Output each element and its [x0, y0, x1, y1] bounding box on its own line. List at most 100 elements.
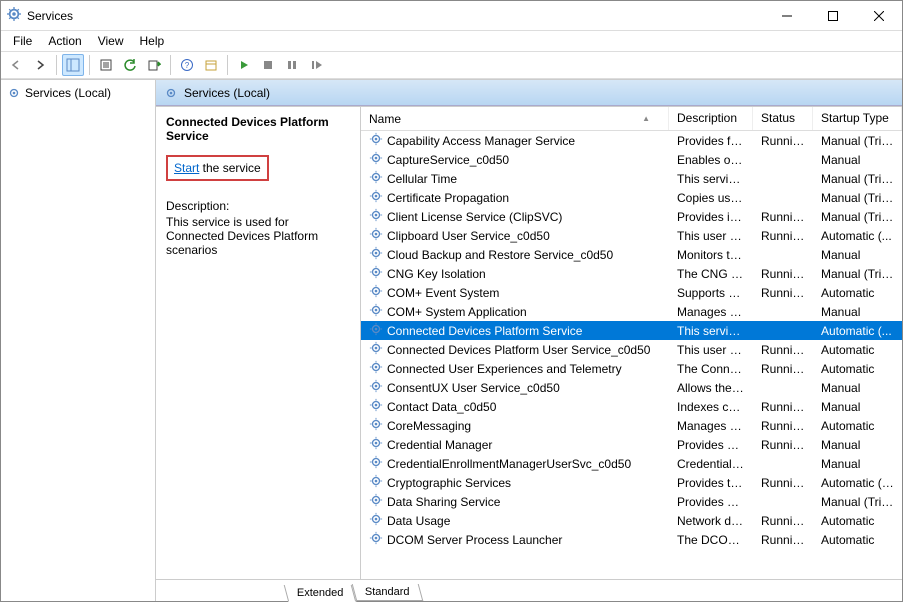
service-row[interactable]: Cryptographic ServicesProvides thr...Run… [361, 473, 902, 492]
tree-pane[interactable]: Services (Local) [1, 80, 156, 601]
start-service-button[interactable] [233, 54, 255, 76]
detail-pane: Connected Devices Platform Service Start… [156, 107, 361, 579]
tree-node-services-local[interactable]: Services (Local) [1, 84, 155, 102]
refresh-button[interactable] [119, 54, 141, 76]
menu-action[interactable]: Action [42, 32, 87, 50]
service-row[interactable]: COM+ Event SystemSupports Sy...RunningAu… [361, 283, 902, 302]
close-button[interactable] [856, 1, 902, 31]
service-row[interactable]: Cellular TimeThis service ...Manual (Tri… [361, 169, 902, 188]
service-row[interactable]: Data UsageNetwork da...RunningAutomatic [361, 511, 902, 530]
maximize-button[interactable] [810, 1, 856, 31]
gear-icon [369, 341, 383, 358]
service-row[interactable]: Credential ManagerProvides se...RunningM… [361, 435, 902, 454]
content-body: Connected Devices Platform Service Start… [156, 106, 902, 579]
show-tree-button[interactable] [62, 54, 84, 76]
forward-button[interactable] [29, 54, 51, 76]
service-row[interactable]: CNG Key IsolationThe CNG ke...RunningMan… [361, 264, 902, 283]
stop-service-button[interactable] [257, 54, 279, 76]
start-service-suffix: the service [199, 161, 260, 175]
service-desc-cell: This user ser... [669, 229, 753, 243]
selected-service-title: Connected Devices Platform Service [166, 115, 350, 143]
gear-icon [369, 455, 383, 472]
gear-icon [369, 417, 383, 434]
start-service-link[interactable]: Start [174, 161, 199, 175]
col-header-description[interactable]: Description [669, 107, 753, 130]
service-desc-cell: Monitors th... [669, 248, 753, 262]
service-name-cell: Credential Manager [361, 436, 669, 453]
service-row[interactable]: Capability Access Manager ServiceProvide… [361, 131, 902, 150]
menubar: File Action View Help [1, 31, 902, 51]
service-row[interactable]: Clipboard User Service_c0d50This user se… [361, 226, 902, 245]
service-row[interactable]: Client License Service (ClipSVC)Provides… [361, 207, 902, 226]
menu-view[interactable]: View [92, 32, 130, 50]
service-row[interactable]: Certificate PropagationCopies user ...Ma… [361, 188, 902, 207]
service-row[interactable]: Connected User Experiences and Telemetry… [361, 359, 902, 378]
start-service-highlight: Start the service [166, 155, 269, 181]
service-row[interactable]: COM+ System ApplicationManages th...Manu… [361, 302, 902, 321]
gear-icon [369, 284, 383, 301]
service-name-cell: COM+ System Application [361, 303, 669, 320]
service-row[interactable]: CredentialEnrollmentManagerUserSvc_c0d50… [361, 454, 902, 473]
service-desc-cell: Network da... [669, 514, 753, 528]
description-label: Description: [166, 199, 350, 213]
titlebar[interactable]: Services [1, 1, 902, 31]
view-tabs: Extended Standard [156, 579, 902, 601]
service-startup-cell: Manual (Trig... [813, 495, 902, 509]
service-row[interactable]: Contact Data_c0d50Indexes con...RunningM… [361, 397, 902, 416]
sort-asc-icon: ▲ [642, 114, 650, 123]
tab-extended[interactable]: Extended [284, 585, 357, 602]
pause-service-button[interactable] [281, 54, 303, 76]
gear-icon [369, 170, 383, 187]
app-icon [7, 7, 21, 24]
service-name-cell: COM+ Event System [361, 284, 669, 301]
service-name-cell: Capability Access Manager Service [361, 132, 669, 149]
gear-icon [369, 132, 383, 149]
back-button[interactable] [5, 54, 27, 76]
service-row[interactable]: Connected Devices Platform ServiceThis s… [361, 321, 902, 340]
service-startup-cell: Automatic (... [813, 229, 902, 243]
calendar-button[interactable] [200, 54, 222, 76]
gear-icon [369, 436, 383, 453]
main-body: Services (Local) Services (Local) Connec… [1, 79, 902, 601]
service-startup-cell: Manual [813, 381, 902, 395]
menu-help[interactable]: Help [134, 32, 171, 50]
service-desc-cell: The DCOMl... [669, 533, 753, 547]
service-row[interactable]: Cloud Backup and Restore Service_c0d50Mo… [361, 245, 902, 264]
gear-icon [369, 379, 383, 396]
minimize-button[interactable] [764, 1, 810, 31]
service-row[interactable]: CoreMessagingManages co...RunningAutomat… [361, 416, 902, 435]
service-status-cell: Running [753, 229, 813, 243]
service-startup-cell: Manual (Trig... [813, 191, 902, 205]
tab-standard[interactable]: Standard [352, 584, 423, 601]
col-header-status[interactable]: Status [753, 107, 813, 130]
col-header-startup[interactable]: Startup Type [813, 107, 902, 130]
service-startup-cell: Automatic (... [813, 324, 902, 338]
gear-icon [369, 189, 383, 206]
service-name-cell: Cloud Backup and Restore Service_c0d50 [361, 246, 669, 263]
properties-button[interactable] [95, 54, 117, 76]
service-row[interactable]: Data Sharing ServiceProvides da...Manual… [361, 492, 902, 511]
col-header-name[interactable]: Name▲ [361, 107, 669, 130]
service-name-cell: CNG Key Isolation [361, 265, 669, 282]
export-button[interactable] [143, 54, 165, 76]
gear-icon [369, 303, 383, 320]
service-row[interactable]: CaptureService_c0d50Enables opti...Manua… [361, 150, 902, 169]
service-row[interactable]: ConsentUX User Service_c0d50Allows the s… [361, 378, 902, 397]
service-desc-cell: The CNG ke... [669, 267, 753, 281]
services-rows[interactable]: Capability Access Manager Service Provide… [361, 131, 902, 579]
service-startup-cell: Automatic [813, 419, 902, 433]
restart-service-button[interactable] [305, 54, 327, 76]
help-button[interactable]: ? [176, 54, 198, 76]
service-name-cell: Data Usage [361, 512, 669, 529]
service-status-cell: Running [753, 362, 813, 376]
gear-icon [369, 360, 383, 377]
gear-icon [369, 493, 383, 510]
gear-icon [369, 208, 383, 225]
service-row[interactable]: DCOM Server Process LauncherThe DCOMl...… [361, 530, 902, 549]
service-desc-cell: Provides se... [669, 438, 753, 452]
menu-file[interactable]: File [7, 32, 38, 50]
gear-icon [369, 531, 383, 548]
service-row[interactable]: Connected Devices Platform User Service_… [361, 340, 902, 359]
service-status-cell: Running [753, 438, 813, 452]
service-desc-cell: The Connec... [669, 362, 753, 376]
